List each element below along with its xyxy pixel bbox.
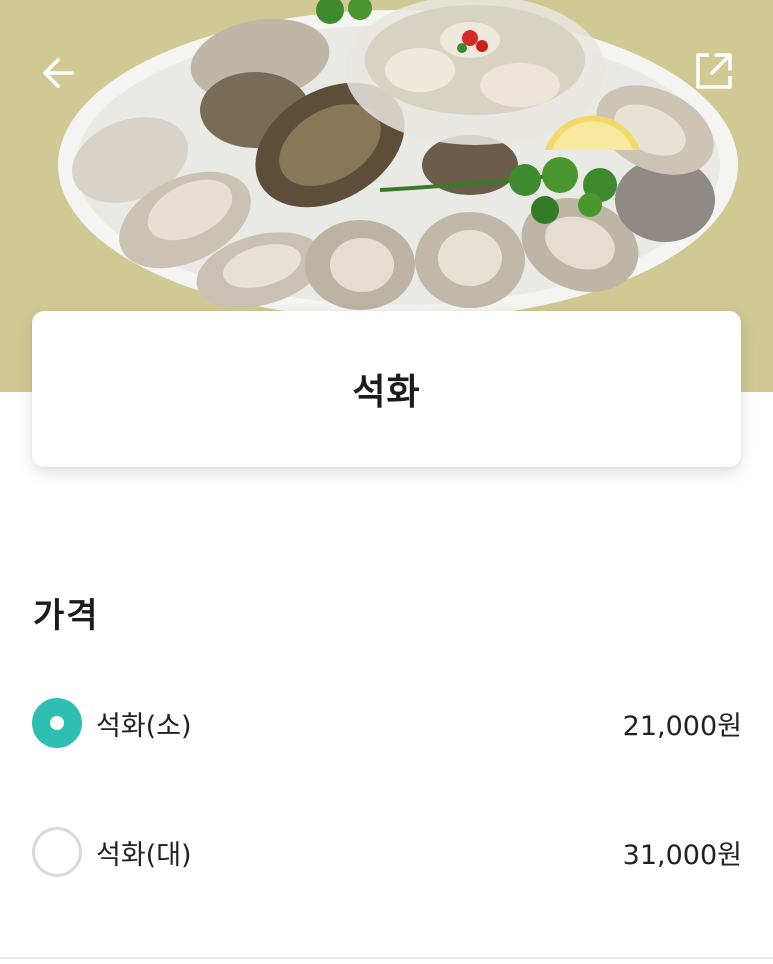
price-option-small[interactable]: 석화(소) 21,000원 bbox=[32, 693, 742, 753]
product-title-card: 석화 bbox=[32, 311, 741, 467]
option-price: 31,000원 bbox=[622, 839, 742, 871]
back-button[interactable] bbox=[30, 45, 86, 101]
option-price: 21,000원 bbox=[622, 710, 742, 742]
arrow-left-icon bbox=[43, 58, 74, 88]
radio-unchecked-icon[interactable] bbox=[32, 827, 82, 877]
product-title: 석화 bbox=[352, 372, 421, 413]
price-option-large[interactable]: 석화(대) 31,000원 bbox=[32, 822, 742, 882]
menu-detail-screen: 석화 가격 석화(소) 21,000원 석화(대) 31,000원 bbox=[0, 0, 773, 964]
price-section-title: 가격 bbox=[33, 596, 100, 636]
share-button[interactable] bbox=[684, 41, 744, 101]
divider bbox=[0, 957, 773, 959]
radio-checked-icon[interactable] bbox=[32, 698, 82, 748]
share-external-icon bbox=[696, 53, 732, 89]
option-label: 석화(대) bbox=[96, 839, 192, 871]
option-label: 석화(소) bbox=[96, 710, 192, 742]
